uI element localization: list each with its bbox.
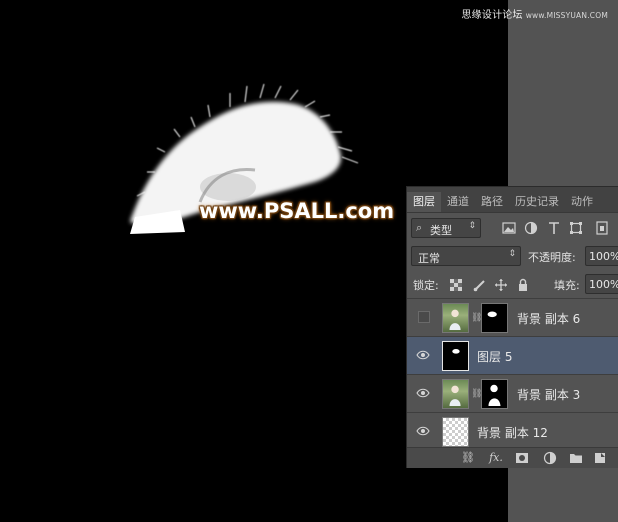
layer-row-layer-5[interactable]: 图层 5 bbox=[407, 336, 618, 374]
tab-layers[interactable]: 图层 bbox=[407, 192, 441, 212]
filter-row: ⌕ 类型 ⇕ bbox=[407, 217, 618, 239]
mask-shape-icon bbox=[488, 384, 501, 407]
blend-mode-select[interactable]: 正常 ⇕ bbox=[411, 246, 521, 266]
layer-name[interactable]: 背景 副本 3 bbox=[517, 386, 580, 403]
lock-all-icon[interactable] bbox=[516, 278, 530, 292]
eye-icon[interactable] bbox=[416, 349, 430, 361]
blend-mode-value: 正常 bbox=[418, 252, 440, 265]
search-icon: ⌕ bbox=[416, 221, 423, 234]
tab-history[interactable]: 历史记录 bbox=[509, 192, 565, 212]
image-filter-icon[interactable] bbox=[502, 221, 516, 235]
layer-row-background-copy-6[interactable]: ⛓ 背景 副本 6 bbox=[407, 298, 618, 336]
link-icon[interactable]: ⛓ bbox=[461, 451, 475, 465]
layer-name[interactable]: 背景 副本 12 bbox=[477, 424, 548, 441]
layers-panel: 图层 通道 路径 历史记录 动作 ⌕ 类型 ⇕ 正常 ⇕ 不透明度: 100% … bbox=[406, 186, 618, 468]
lock-position-icon[interactable] bbox=[494, 278, 508, 292]
opacity-input[interactable]: 100% bbox=[585, 246, 618, 266]
layer-row-background-copy-3[interactable]: ⛓ 背景 副本 3 bbox=[407, 374, 618, 412]
fill-value: 100% bbox=[589, 278, 618, 291]
mask-shape-icon bbox=[487, 311, 497, 318]
layer-mask-thumbnail[interactable] bbox=[481, 303, 508, 333]
watermark-top-site: www.MISSYUAN.COM bbox=[525, 11, 608, 20]
opacity-value: 100% bbox=[589, 250, 618, 263]
layers-list: ⛓ 背景 副本 6 图层 5 ⛓ 背景 副本 3 背景 副本 12 bbox=[407, 298, 618, 450]
fill-input[interactable]: 100% bbox=[585, 274, 618, 294]
person-photo-icon bbox=[449, 309, 461, 331]
tab-channels[interactable]: 通道 bbox=[441, 192, 475, 212]
chain-link-icon[interactable]: ⛓ bbox=[471, 388, 482, 400]
adjustment-filter-icon[interactable] bbox=[524, 221, 538, 235]
filter-kind-select[interactable]: ⌕ 类型 ⇕ bbox=[411, 218, 481, 238]
layer-name[interactable]: 图层 5 bbox=[477, 348, 512, 365]
layer-mask-thumbnail[interactable] bbox=[481, 379, 508, 409]
person-photo-icon bbox=[449, 385, 461, 407]
layer-name[interactable]: 背景 副本 6 bbox=[517, 310, 580, 327]
watermark-top: 思缘设计论坛 www.MISSYUAN.COM bbox=[461, 6, 608, 21]
watermark-top-text: 思缘设计论坛 bbox=[461, 10, 523, 21]
panel-footer: ⛓ fx. bbox=[407, 447, 618, 468]
eye-icon[interactable] bbox=[416, 387, 430, 399]
lock-image-pixels-icon[interactable] bbox=[473, 278, 487, 292]
adjustment-icon[interactable] bbox=[543, 451, 557, 465]
fx-icon[interactable]: fx. bbox=[489, 451, 503, 465]
panel-tabs: 图层 通道 路径 历史记录 动作 bbox=[407, 187, 618, 213]
layer-row-background-copy-12[interactable]: 背景 副本 12 bbox=[407, 412, 618, 450]
layer-thumbnail[interactable] bbox=[442, 341, 469, 371]
lock-label: 锁定: bbox=[413, 279, 439, 292]
filter-kind-label: 类型 bbox=[430, 224, 452, 237]
lock-transparent-pixels-icon[interactable] bbox=[449, 278, 463, 292]
fill-label: 填充: bbox=[554, 279, 580, 292]
layer-thumbnail[interactable] bbox=[442, 379, 469, 409]
new-layer-icon[interactable] bbox=[593, 451, 607, 465]
mask-shape-icon bbox=[452, 349, 460, 354]
lock-row: 锁定: 填充: 100% bbox=[407, 273, 618, 295]
chain-link-icon[interactable]: ⛓ bbox=[471, 312, 482, 324]
folder-icon[interactable] bbox=[569, 451, 583, 465]
watermark-main: www.PSALL.com bbox=[199, 199, 395, 223]
tab-actions[interactable]: 动作 bbox=[565, 192, 599, 212]
layer-thumbnail[interactable] bbox=[442, 303, 469, 333]
opacity-label: 不透明度: bbox=[528, 251, 576, 264]
visibility-toggle-off[interactable] bbox=[418, 311, 430, 323]
layer-thumbnail-transparent[interactable] bbox=[442, 417, 469, 447]
chevron-updown-icon: ⇕ bbox=[468, 221, 476, 231]
eye-icon[interactable] bbox=[416, 425, 430, 437]
smart-object-filter-icon[interactable] bbox=[595, 221, 609, 235]
mask-icon[interactable] bbox=[515, 451, 529, 465]
blend-row: 正常 ⇕ 不透明度: 100% bbox=[407, 245, 618, 267]
type-filter-icon[interactable] bbox=[547, 221, 561, 235]
shape-filter-icon[interactable] bbox=[569, 221, 583, 235]
chevron-updown-icon: ⇕ bbox=[508, 249, 516, 259]
tab-paths[interactable]: 路径 bbox=[475, 192, 509, 212]
